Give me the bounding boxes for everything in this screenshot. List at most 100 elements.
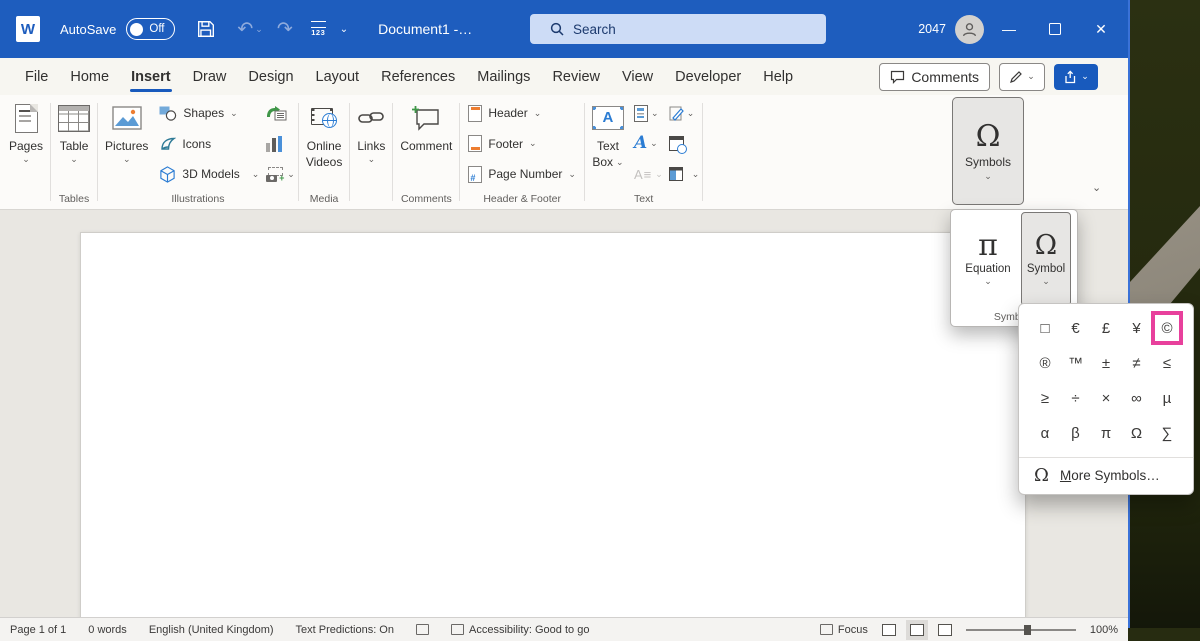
zoom-slider-handle[interactable] [1024, 625, 1031, 635]
minimize-button[interactable]: — [988, 0, 1030, 58]
symbol-button[interactable]: Ω Symbol ⌄ [1021, 212, 1071, 306]
autosave-label: AutoSave [60, 22, 116, 37]
web-layout-button[interactable] [938, 624, 952, 636]
signature-line-button[interactable]: ⌄ [667, 101, 702, 125]
links-chevron-icon: ⌄ [368, 155, 376, 164]
text-box-button[interactable]: A Text Box ⌄ [585, 97, 631, 192]
symbol-cell[interactable]: © [1152, 315, 1182, 341]
symbol-cell[interactable]: ≤ [1152, 350, 1182, 376]
search-box[interactable]: Search [530, 14, 826, 44]
symbol-cell[interactable]: ∑ [1152, 420, 1182, 446]
tab-layout[interactable]: Layout [305, 58, 371, 95]
tab-home[interactable]: Home [59, 58, 120, 95]
focus-button[interactable]: Focus [820, 624, 868, 636]
online-videos-button[interactable]: Online Videos [299, 97, 349, 192]
new-comment-button[interactable]: Comment [393, 97, 459, 192]
document-page[interactable] [80, 232, 1026, 619]
online-videos-label-2: Videos [306, 155, 342, 169]
status-item[interactable]: 0 words [88, 624, 127, 636]
quick-parts-button[interactable]: ⌄ [632, 101, 665, 125]
symbol-label: Symbol [1027, 263, 1065, 275]
pages-button[interactable]: Pages ⌄ [2, 97, 50, 192]
account-avatar[interactable] [955, 15, 984, 44]
tab-view[interactable]: View [611, 58, 664, 95]
symbols-button[interactable]: Ω Symbols ⌄ [952, 97, 1024, 205]
tab-developer[interactable]: Developer [664, 58, 752, 95]
pictures-button[interactable]: Pictures ⌄ [98, 97, 155, 192]
symbol-cell[interactable]: □ [1030, 315, 1060, 341]
save-button[interactable] [197, 20, 215, 38]
status-item[interactable]: Text Predictions: On [296, 624, 394, 636]
more-symbols-button[interactable]: Ω More Symbols… [1019, 458, 1193, 493]
comments-button[interactable]: Comments [879, 63, 990, 91]
tab-insert[interactable]: Insert [120, 58, 182, 95]
symbol-cell[interactable]: € [1061, 315, 1091, 341]
zoom-slider[interactable] [966, 629, 1076, 631]
symbol-cell[interactable]: ≥ [1030, 385, 1060, 411]
word-logo-icon[interactable]: W [16, 16, 40, 42]
3d-models-icon [159, 166, 176, 183]
wordart-button[interactable]: A ⌄ [632, 132, 665, 156]
symbol-cell[interactable]: × [1091, 385, 1121, 411]
editing-mode-button[interactable]: ⌄ [999, 63, 1045, 91]
status-item[interactable]: Accessibility: Good to go [451, 624, 589, 636]
smartart-button[interactable] [264, 101, 297, 125]
footer-button[interactable]: Footer ⌄ [468, 132, 576, 156]
links-button[interactable]: Links ⌄ [350, 97, 392, 192]
symbol-cell[interactable]: π [1091, 420, 1121, 446]
undo-button[interactable]: ↶ ⌄ [237, 20, 262, 39]
symbol-cell[interactable]: ∞ [1122, 385, 1152, 411]
qat-numbering-button[interactable]: 123 [311, 21, 326, 37]
qat-dropdown-chevron-icon[interactable]: ⌄ [340, 24, 348, 35]
tab-references[interactable]: References [370, 58, 466, 95]
autosave-toggle[interactable]: Off [126, 18, 175, 40]
symbol-cell[interactable]: α [1030, 420, 1060, 446]
symbol-cell[interactable]: ™ [1061, 350, 1091, 376]
symbol-cell[interactable]: ÷ [1061, 385, 1091, 411]
print-layout-button[interactable] [910, 624, 924, 636]
shapes-button[interactable]: Shapes ⌄ [159, 101, 259, 125]
status-item[interactable] [416, 624, 429, 635]
tab-draw[interactable]: Draw [182, 58, 238, 95]
screenshot-button[interactable]: + ⌄ [264, 162, 297, 186]
tab-file[interactable]: File [14, 58, 59, 95]
chart-button[interactable] [264, 132, 297, 156]
icons-button[interactable]: Icons [159, 132, 259, 156]
tab-review[interactable]: Review [541, 58, 611, 95]
links-icon [358, 110, 384, 126]
smartart-icon [266, 106, 287, 121]
redo-button[interactable]: ↷ [277, 20, 293, 39]
status-item[interactable]: English (United Kingdom) [149, 624, 274, 636]
symbol-cell[interactable]: β [1061, 420, 1091, 446]
symbol-cell[interactable]: ® [1030, 350, 1060, 376]
collapse-ribbon-chevron-icon[interactable]: ⌄ [1092, 181, 1101, 194]
page-number-button[interactable]: Page Number ⌄ [468, 162, 576, 186]
equation-button[interactable]: π Equation ⌄ [958, 214, 1018, 302]
symbol-cell[interactable]: ¥ [1122, 315, 1152, 341]
symbol-cell[interactable]: ≠ [1122, 350, 1152, 376]
symbol-cell[interactable]: £ [1091, 315, 1121, 341]
footer-label: Footer [488, 137, 523, 151]
header-button[interactable]: Header ⌄ [468, 101, 576, 125]
maximize-button[interactable] [1034, 0, 1076, 58]
zoom-level[interactable]: 100% [1090, 624, 1118, 636]
tab-design[interactable]: Design [237, 58, 304, 95]
symbol-cell[interactable]: Ω [1122, 420, 1152, 446]
text-box-label-1: Text [597, 139, 619, 153]
symbol-cell[interactable]: µ [1152, 385, 1182, 411]
pictures-chevron-icon: ⌄ [123, 155, 131, 164]
share-button[interactable]: ⌄ [1054, 64, 1098, 90]
object-icon [669, 167, 683, 181]
read-mode-button[interactable] [882, 624, 896, 636]
accessibility-icon [451, 624, 464, 635]
close-button[interactable]: ✕ [1080, 0, 1122, 58]
redo-icon: ↷ [277, 20, 293, 39]
date-time-button[interactable] [667, 132, 702, 156]
object-button[interactable]: ⌄ [667, 162, 702, 186]
symbol-cell[interactable]: ± [1091, 350, 1121, 376]
tab-help[interactable]: Help [752, 58, 804, 95]
status-item[interactable]: Page 1 of 1 [10, 624, 66, 636]
tab-mailings[interactable]: Mailings [466, 58, 541, 95]
3d-models-button[interactable]: 3D Models ⌄ [159, 162, 259, 186]
table-button[interactable]: Table ⌄ [51, 97, 97, 192]
